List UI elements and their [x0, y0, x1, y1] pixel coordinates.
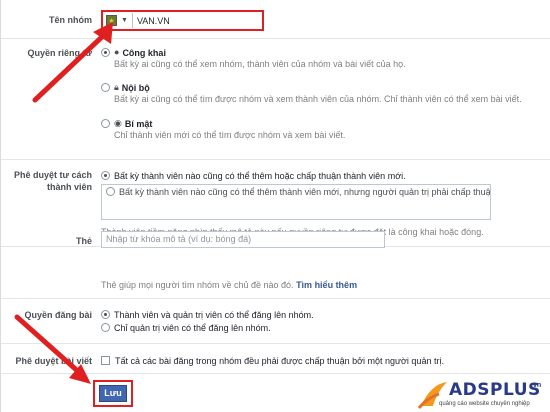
- field-divider: [131, 13, 133, 28]
- divider: [1, 159, 550, 160]
- group-settings-page: Tên nhóm ★ ▼ VAN.VN Quyền riêng tư ● Côn…: [0, 0, 550, 412]
- divider: [1, 38, 550, 39]
- chevron-down-icon[interactable]: ▼: [121, 17, 128, 24]
- radio-posting-admins[interactable]: [101, 323, 110, 332]
- posting-option-members[interactable]: Thành viên và quản trị viên có thể đăng …: [101, 309, 314, 321]
- globe-icon: ●: [114, 47, 120, 57]
- radio-membership-admin[interactable]: [106, 187, 115, 196]
- tags-help-row: Thẻ giúp mọi người tìm nhóm về chủ đề nà…: [101, 280, 357, 291]
- tags-input[interactable]: Nhập từ khóa mô tả (ví dụ: bóng đá): [101, 231, 385, 248]
- privacy-label: Quyền riêng tư: [27, 48, 92, 58]
- divider: [1, 373, 550, 374]
- post-approval-option[interactable]: Tất cả các bài đăng trong nhóm đều phải …: [101, 355, 444, 367]
- radio-membership-any[interactable]: [101, 171, 110, 180]
- posting-members-text: Thành viên và quản trị viên có thể đăng …: [114, 310, 314, 320]
- divider: [1, 298, 550, 299]
- privacy-closed-title: Nội bộ: [121, 83, 150, 93]
- secret-icon: ◉: [114, 118, 122, 128]
- membership-label: Phê duyệt tư cách thành viên: [13, 170, 92, 192]
- membership-option-any[interactable]: Bất kỳ thành viên nào cũng có thể thêm h…: [101, 170, 406, 182]
- logo-brand: ADSPLUS: [449, 380, 541, 400]
- group-name-value[interactable]: VAN.VN: [137, 16, 170, 26]
- radio-public[interactable]: [101, 48, 110, 57]
- membership-approval-box[interactable]: Bất kỳ thành viên nào cũng có thể thêm t…: [101, 184, 491, 220]
- adsplus-logo: ADSPLUS .vn quảng cáo website chuyên ngh…: [413, 378, 550, 412]
- privacy-secret-desc: Chỉ thành viên mới có thể tìm được nhóm …: [114, 130, 346, 140]
- posting-label: Quyền đăng bài: [24, 310, 92, 320]
- radio-secret[interactable]: [101, 119, 110, 128]
- tags-label: Thẻ: [75, 236, 92, 246]
- privacy-option-closed[interactable]: 🔒︎ Nội bộ: [101, 82, 150, 94]
- membership-admin-text: Bất kỳ thành viên nào cũng có thể thêm t…: [119, 187, 491, 197]
- group-name-field[interactable]: ★ ▼ VAN.VN: [101, 10, 264, 31]
- membership-any-text: Bất kỳ thành viên nào cũng có thể thêm h…: [114, 171, 406, 181]
- posting-option-admins[interactable]: Chỉ quản trị viên có thể đăng lên nhóm.: [101, 322, 271, 334]
- save-button[interactable]: Lưu: [99, 385, 127, 402]
- logo-tagline: quảng cáo website chuyên nghiệp: [439, 401, 530, 407]
- radio-closed[interactable]: [101, 83, 110, 92]
- tags-learn-more-link[interactable]: Tìm hiểu thêm: [296, 280, 357, 290]
- radio-posting-members[interactable]: [101, 310, 110, 319]
- privacy-secret-title: Bí mật: [124, 119, 153, 129]
- posting-admins-text: Chỉ quản trị viên có thể đăng lên nhóm.: [114, 323, 271, 333]
- tags-help: Thẻ giúp mọi người tìm nhóm về chủ đề nà…: [101, 280, 294, 290]
- post-approval-label: Phê duyệt bài viết: [15, 356, 92, 366]
- group-name-label: Tên nhóm: [49, 15, 92, 25]
- lock-icon: 🔒︎: [114, 82, 119, 92]
- flag-icon[interactable]: ★: [106, 15, 117, 26]
- divider: [1, 343, 550, 344]
- post-approval-checkbox[interactable]: [101, 356, 110, 365]
- privacy-public-desc: Bất kỳ ai cũng có thể xem nhóm, thành vi…: [114, 59, 406, 69]
- privacy-closed-desc: Bất kỳ ai cũng có thể tìm được nhóm và x…: [114, 94, 522, 104]
- privacy-option-public[interactable]: ● Công khai: [101, 47, 166, 59]
- privacy-option-secret[interactable]: ◉ Bí mật: [101, 118, 152, 130]
- post-approval-text: Tất cả các bài đăng trong nhóm đều phải …: [115, 356, 444, 366]
- privacy-public-title: Công khai: [122, 48, 166, 58]
- logo-suffix: .vn: [531, 382, 542, 389]
- membership-option-admin[interactable]: Bất kỳ thành viên nào cũng có thể thêm t…: [106, 186, 490, 198]
